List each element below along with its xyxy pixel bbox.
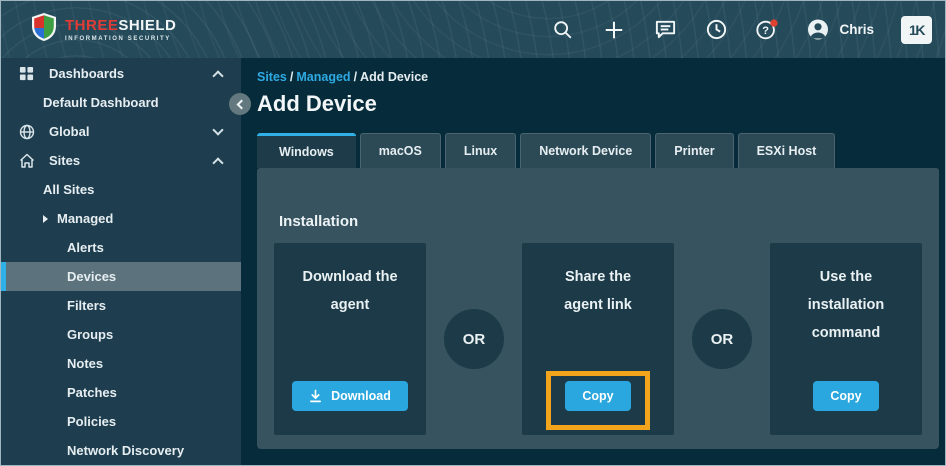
sidebar-item-label: Filters [67, 298, 107, 313]
installation-panel: Installation Download the agent Download… [257, 168, 939, 449]
breadcrumb: Sites / Managed / Add Device [257, 58, 945, 84]
sidebar-item-label: Notes [67, 356, 104, 371]
main-content: Sites / Managed / Add Device Add Device Wind… [229, 58, 945, 465]
sidebar-item-managed[interactable]: Managed [1, 204, 241, 233]
sidebar-item-network-discovery[interactable]: Network Discovery [1, 436, 241, 465]
chevron-up-icon [212, 156, 224, 169]
page-title: Add Device [257, 91, 377, 116]
messages-icon[interactable] [653, 18, 677, 42]
sidebar-collapse-button[interactable] [229, 93, 251, 115]
chevron-left-icon [236, 99, 247, 109]
notification-dot [770, 18, 779, 27]
svg-text:?: ? [763, 24, 770, 36]
sidebar: Dashboards Default Dashboard Global Site… [1, 58, 241, 465]
sidebar-item-label: All Sites [43, 182, 95, 197]
sidebar-item-global[interactable]: Global [1, 117, 241, 146]
or-circle: OR [444, 309, 504, 369]
copy-link-button[interactable]: Copy [565, 381, 631, 411]
breadcrumb-separator: / [353, 70, 358, 84]
topbar: THREESHIELD INFORMATION SECURITY ? Chris… [1, 1, 945, 58]
installation-command-card: Use the installation command Copy [770, 243, 922, 435]
app-window: THREESHIELD INFORMATION SECURITY ? Chris… [0, 0, 946, 466]
sidebar-item-label: Dashboards [49, 66, 125, 81]
card-title: Share the agent link [564, 269, 632, 313]
user-menu[interactable]: Chris [806, 18, 874, 42]
sidebar-item-filters[interactable]: Filters [1, 291, 241, 320]
help-icon[interactable]: ? [755, 18, 779, 42]
breadcrumb-separator: / [289, 70, 294, 84]
breadcrumb-current: Add Device [360, 70, 429, 84]
app-badge[interactable]: 1K [901, 15, 932, 44]
expand-caret-icon [43, 214, 48, 223]
sidebar-item-groups[interactable]: Groups [1, 320, 241, 349]
installation-options: Download the agent Download OR Share the… [274, 243, 922, 435]
sidebar-item-label: Groups [67, 327, 114, 342]
card-title: Use the installation command [807, 269, 885, 341]
or-divider: OR [674, 243, 770, 435]
globe-icon [18, 123, 35, 140]
card-title: Download the agent [302, 269, 398, 313]
user-name: Chris [839, 22, 874, 37]
home-icon [18, 152, 35, 169]
sidebar-item-policies[interactable]: Policies [1, 407, 241, 436]
sidebar-item-label: Default Dashboard [43, 95, 159, 110]
brand-tagline: INFORMATION SECURITY [65, 35, 171, 42]
add-icon[interactable] [602, 18, 626, 42]
tab-network-device[interactable]: Network Device [520, 133, 652, 168]
sidebar-item-label: Global [49, 124, 90, 139]
shield-logo-icon [31, 12, 57, 47]
sidebar-item-dashboards[interactable]: Dashboards [1, 59, 241, 88]
sidebar-item-label: Policies [67, 414, 117, 429]
sidebar-item-alerts[interactable]: Alerts [1, 233, 241, 262]
brand-name: THREESHIELD [65, 16, 177, 34]
sidebar-item-sites[interactable]: Sites [1, 146, 241, 175]
or-divider: OR [426, 243, 522, 435]
sidebar-item-label: Patches [67, 385, 117, 400]
sidebar-item-label: Alerts [67, 240, 104, 255]
brand-logo[interactable]: THREESHIELD INFORMATION SECURITY [31, 12, 176, 47]
history-clock-icon[interactable] [704, 18, 728, 42]
download-icon [309, 389, 322, 403]
tab-macos[interactable]: macOS [359, 133, 441, 168]
dashboards-grid-icon [18, 65, 35, 82]
or-circle: OR [692, 309, 752, 369]
download-button[interactable]: Download [292, 381, 408, 411]
sidebar-item-label: Network Discovery [67, 443, 185, 458]
download-agent-card: Download the agent Download [274, 243, 426, 435]
sidebar-item-label: Managed [57, 211, 114, 226]
chevron-up-icon [212, 69, 224, 82]
sidebar-item-all-sites[interactable]: All Sites [1, 175, 241, 204]
platform-tabs: Windows macOS Linux Network Device Print… [257, 133, 945, 168]
tab-windows[interactable]: Windows [257, 133, 356, 168]
brand-logo-text: THREESHIELD INFORMATION SECURITY [65, 18, 176, 42]
breadcrumb-link-sites[interactable]: Sites [257, 70, 287, 84]
copy-command-button[interactable]: Copy [813, 381, 879, 411]
sidebar-item-default-dashboard[interactable]: Default Dashboard [1, 88, 241, 117]
sidebar-item-devices[interactable]: Devices [1, 262, 241, 291]
sidebar-item-patches[interactable]: Patches [1, 378, 241, 407]
tab-linux[interactable]: Linux [444, 133, 517, 168]
search-icon[interactable] [551, 18, 575, 42]
tab-printer[interactable]: Printer [655, 133, 734, 168]
account-icon [806, 18, 830, 42]
share-agent-link-card: Share the agent link Copy [522, 243, 674, 435]
topbar-actions: ? Chris 1K [551, 15, 932, 44]
sidebar-item-label: Devices [67, 269, 117, 284]
sidebar-item-label: Sites [49, 153, 81, 168]
breadcrumb-link-managed[interactable]: Managed [296, 70, 350, 84]
tab-esxi-host[interactable]: ESXi Host [737, 133, 836, 168]
installation-heading: Installation [279, 213, 359, 230]
sidebar-item-notes[interactable]: Notes [1, 349, 241, 378]
chevron-down-icon [212, 123, 224, 136]
